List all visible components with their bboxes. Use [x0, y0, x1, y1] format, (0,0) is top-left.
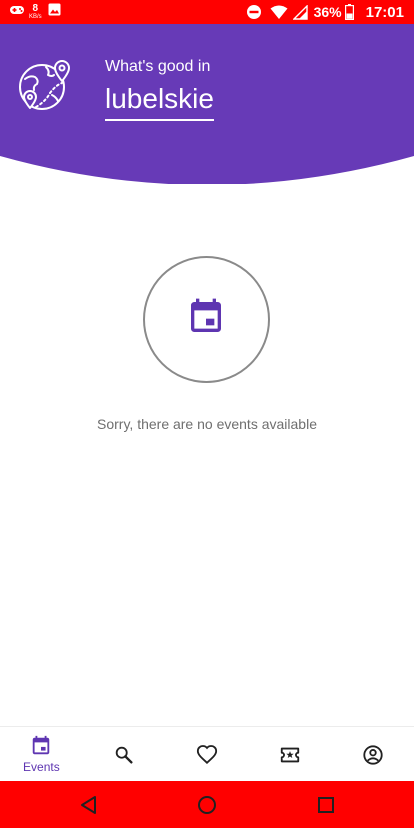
bottom-navigation: Events: [0, 726, 414, 782]
signal-icon: [292, 4, 308, 20]
nav-item-events[interactable]: Events: [0, 727, 83, 782]
home-icon[interactable]: [196, 794, 218, 816]
system-navigation-bar: [0, 781, 414, 828]
network-speed-value: 8: [32, 3, 39, 14]
image-icon: [48, 3, 61, 21]
heart-icon: [196, 744, 218, 764]
nav-item-tickets[interactable]: [248, 727, 331, 782]
region-selector[interactable]: lubelskie: [105, 81, 214, 121]
header: What's good in lubelskie: [0, 24, 414, 184]
account-icon: [362, 744, 383, 765]
status-left-icons: 8 KB/s: [9, 3, 61, 21]
status-right-icons: 36% 17:01: [246, 0, 404, 24]
nav-item-favorites[interactable]: [166, 727, 249, 782]
do-not-disturb-icon: [246, 4, 262, 20]
network-speed-unit: KB/s: [29, 14, 42, 20]
network-speed: 8 KB/s: [29, 3, 42, 21]
recents-icon[interactable]: [315, 794, 337, 816]
screen: 8 KB/s 36% 17:01 What's good in lubelski…: [0, 0, 414, 828]
map-pin-globe-icon: [16, 57, 74, 115]
nav-label-events: Events: [23, 760, 60, 774]
calendar-icon: [33, 735, 50, 755]
search-icon: [115, 746, 133, 764]
battery-percent: 36%: [313, 4, 342, 20]
clock: 17:01: [365, 3, 404, 21]
header-subtitle: What's good in: [105, 58, 211, 75]
calendar-icon: [191, 298, 221, 332]
ticket-star-icon: [280, 747, 299, 762]
battery-icon: [344, 4, 354, 20]
wifi-icon: [270, 5, 288, 20]
empty-state-circle: [143, 256, 270, 383]
back-icon[interactable]: [78, 794, 100, 816]
status-bar: 8 KB/s 36% 17:01: [0, 0, 414, 24]
nav-item-search[interactable]: [83, 727, 166, 782]
gamepad-icon: [9, 3, 25, 21]
empty-state-message: Sorry, there are no events available: [97, 416, 317, 432]
nav-item-profile[interactable]: [331, 727, 414, 782]
